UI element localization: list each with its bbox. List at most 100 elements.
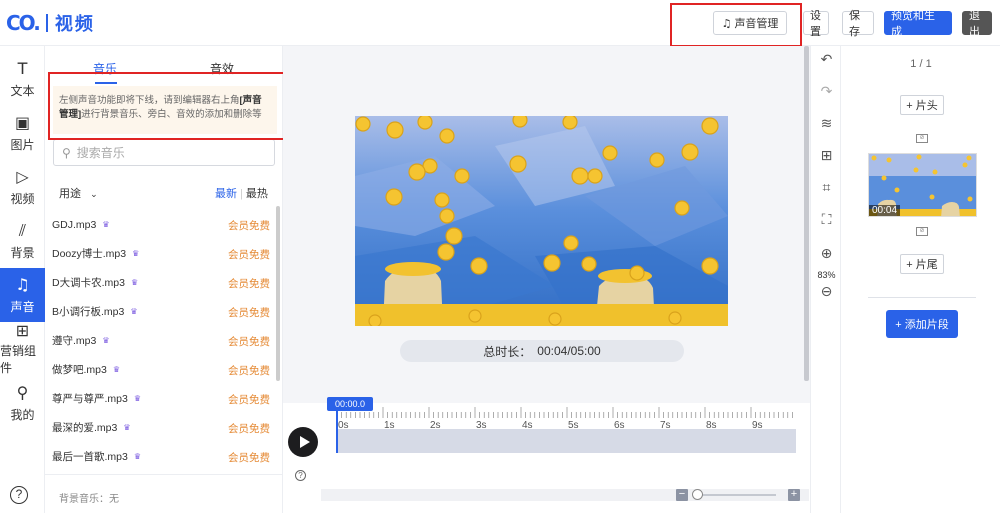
song-name: 尊严与尊严.mp3 (52, 393, 128, 405)
list-item[interactable]: 最深的爱.mp3 ♛ 会员免费 (45, 413, 277, 442)
nav-label: 图片 (10, 137, 35, 152)
timeline-zoom-track[interactable] (694, 494, 776, 496)
purpose-filter[interactable]: 用途 ⌄ (59, 185, 98, 201)
playhead[interactable] (336, 409, 338, 453)
nav-item-background[interactable]: ⫽ 背景 (0, 214, 45, 268)
stage-artwork (355, 116, 728, 326)
vip-icon: ♛ (123, 423, 131, 432)
crop-icon[interactable]: ⌗ (811, 180, 842, 196)
right-toolbar: ↶ ↷ ≋ ⊞ ⌗ ⛶ ⊕ 83% ⊖ (810, 46, 841, 513)
undo-icon[interactable]: ↶ (811, 52, 842, 68)
timeline-zoom-slider[interactable] (692, 489, 703, 500)
ruler-tick-label: 7s (660, 420, 671, 429)
music-note-icon: ♫ (721, 16, 732, 30)
logo-text: 视频 (54, 14, 95, 34)
vip-icon: ♛ (102, 336, 110, 345)
settings-button[interactable]: 设置 (803, 10, 829, 38)
page-count: 1 / 1 (910, 58, 932, 70)
list-item[interactable]: 最后一首歌.mp3 ♛ 会员免费 (45, 442, 277, 471)
nav-item-marketing[interactable]: ⊞ 营销组件 (0, 322, 45, 376)
sort-separator: | (240, 188, 243, 200)
list-item[interactable]: D大调卡农.mp3 ♛ 会员免费 (45, 268, 277, 297)
song-name: 最深的爱.mp3 (52, 422, 118, 434)
list-item[interactable]: GDJ.mp3 ♛ 会员免费 (45, 210, 277, 239)
segments-panel: 1 / 1 + 片头 ⊘ 00:04 ⊘ + 片尾 + 添加片段 (842, 46, 1000, 513)
logo: CO. 视频 (6, 10, 95, 36)
preview-generate-button[interactable]: 预览和生成 (884, 10, 952, 38)
add-segment-button[interactable]: + 添加片段 (886, 310, 958, 338)
fullscreen-icon[interactable]: ⛶ (811, 212, 842, 228)
video-stage[interactable] (355, 116, 728, 326)
panel-divider (45, 474, 283, 475)
sound-manage-label: 声音管理 (734, 18, 779, 30)
list-item[interactable]: 尊严与尊严.mp3 ♛ 会员免费 (45, 384, 277, 413)
nav-item-sound[interactable]: ♫ 声音 (0, 268, 45, 322)
grid-icon[interactable]: ⊞ (811, 148, 842, 164)
save-button[interactable]: 保存 (842, 10, 874, 38)
song-name: 遵守.mp3 (52, 335, 97, 347)
add-intro-button[interactable]: + 片头 (900, 95, 944, 115)
filter-label: 用途 (59, 188, 81, 200)
nav-item-mine[interactable]: ⚲ 我的 (0, 376, 45, 430)
zoom-in-icon[interactable]: ⊕ (811, 246, 842, 262)
music-icon: ♫ (15, 274, 30, 294)
panel-scrollbar[interactable] (276, 206, 280, 381)
canvas-area: 总时长： 00:04/05:00 (283, 46, 810, 403)
nav-item-video[interactable]: ▷ 视频 (0, 160, 45, 214)
timeline-zoom: − + (676, 487, 800, 503)
sort-options: 最新 | 最热 (215, 185, 268, 201)
logo-divider (45, 14, 48, 32)
transition-icon[interactable]: ⊘ (916, 134, 928, 143)
search-input[interactable]: ⚲ 搜索音乐 (53, 139, 275, 166)
canvas-scrollbar[interactable] (804, 46, 809, 381)
help-icon[interactable]: ? (10, 486, 28, 504)
highlight-box-notice (48, 72, 304, 140)
list-item[interactable]: 做梦吧.mp3 ♛ 会员免费 (45, 355, 277, 384)
chevron-down-icon: ⌄ (90, 189, 98, 199)
text-icon: T (17, 58, 28, 78)
zoom-out-icon[interactable]: ⊖ (811, 284, 842, 300)
segment-thumbnail[interactable]: 00:04 (868, 153, 977, 217)
timeline-zoom-in-icon[interactable]: + (788, 489, 800, 501)
redo-icon[interactable]: ↷ (811, 84, 842, 100)
ruler-tick-label: 4s (522, 420, 533, 429)
transition-icon[interactable]: ⊘ (916, 227, 928, 236)
sort-hot[interactable]: 最热 (246, 188, 268, 200)
zoom-level: 83% (817, 270, 836, 280)
song-name: B小调行板.mp3 (52, 306, 125, 318)
song-name: 做梦吧.mp3 (52, 364, 107, 376)
sound-manage-button[interactable]: ♫ 声音管理 (713, 11, 787, 35)
nav-label: 营销组件 (0, 344, 37, 375)
song-price: 会员免费 (228, 278, 270, 290)
song-price: 会员免费 (228, 307, 270, 319)
exit-button[interactable]: 退出 (962, 10, 992, 38)
vip-icon: ♛ (112, 365, 121, 374)
panel-divider (868, 297, 976, 298)
nav-label: 背景 (10, 245, 35, 260)
timeline-track[interactable] (336, 429, 796, 453)
help-icon[interactable]: ? (295, 470, 306, 481)
play-button[interactable] (288, 427, 318, 457)
song-price: 会员免费 (228, 220, 270, 232)
layers-icon[interactable]: ≋ (811, 116, 842, 132)
widget-icon: ⊞ (15, 321, 30, 340)
vip-icon: ♛ (102, 220, 110, 229)
nav-item-image[interactable]: ▣ 图片 (0, 106, 45, 160)
timeline: ? 0s1s2s3s4s5s6s7s8s9s10s 00:00.0 − + (283, 397, 810, 513)
vip-icon: ♛ (130, 278, 139, 287)
playhead-time[interactable]: 00:00.0 (327, 397, 373, 411)
time-ruler[interactable]: 0s1s2s3s4s5s6s7s8s9s10s (336, 407, 797, 429)
list-item[interactable]: B小调行板.mp3 ♛ 会员免费 (45, 297, 277, 326)
sort-latest[interactable]: 最新 (215, 188, 237, 200)
list-item[interactable]: 遵守.mp3 ♛ 会员免费 (45, 326, 277, 355)
nav-item-text[interactable]: T 文本 (0, 52, 45, 106)
play-icon (299, 436, 310, 448)
list-item[interactable]: Doozy博士.mp3 ♛ 会员免费 (45, 239, 277, 268)
song-name: Doozy博士.mp3 (52, 248, 127, 260)
timeline-zoom-out-icon[interactable]: − (676, 489, 688, 501)
search-placeholder: 搜索音乐 (76, 146, 125, 160)
vip-icon: ♛ (132, 249, 140, 258)
vip-icon: ♛ (130, 307, 138, 316)
total-duration-value: 00:04/05:00 (537, 344, 601, 358)
add-outro-button[interactable]: + 片尾 (900, 254, 944, 274)
